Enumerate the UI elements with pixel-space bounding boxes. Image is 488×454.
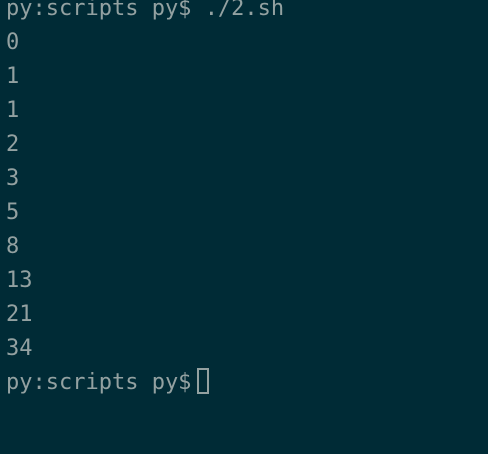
output-line: 21: [6, 302, 33, 327]
prompt: py:scripts py$: [6, 0, 192, 21]
terminal-window[interactable]: py:scripts py$ ./2.sh 0 1 1 2 3 5 8 13 2…: [0, 0, 488, 446]
output-line: 1: [6, 64, 20, 89]
output-line: 8: [6, 234, 20, 259]
output-line: 34: [6, 336, 33, 361]
prompt: py:scripts py$: [6, 370, 192, 395]
current-prompt-line[interactable]: py:scripts py$: [6, 366, 488, 400]
command-line: py:scripts py$ ./2.sh: [6, 0, 488, 26]
command-text: ./2.sh: [204, 0, 285, 21]
output-line: 13: [6, 268, 33, 293]
output-line: 0: [6, 30, 20, 55]
output-line: 5: [6, 200, 20, 225]
output-line: 3: [6, 166, 20, 191]
output-line: 1: [6, 98, 20, 123]
output-line: 2: [6, 132, 20, 157]
cursor: [197, 368, 210, 394]
